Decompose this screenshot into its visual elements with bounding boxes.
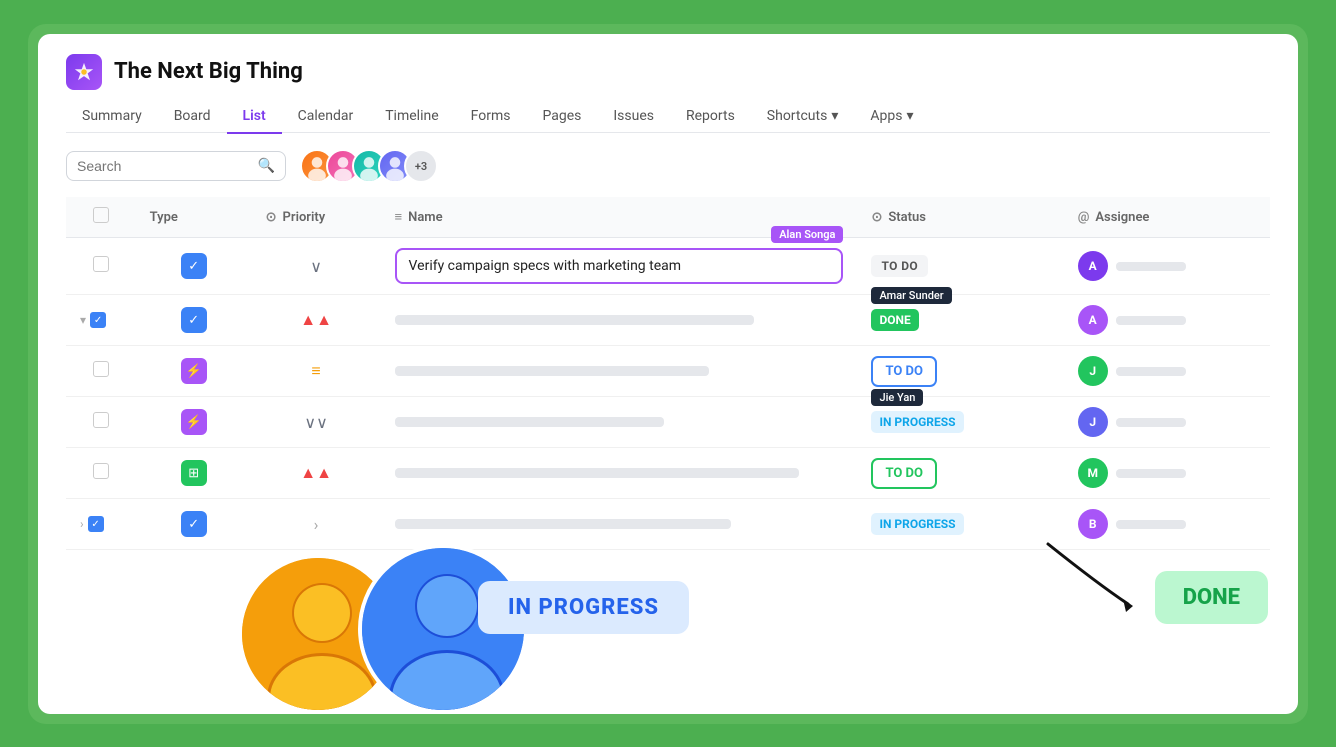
- tab-board[interactable]: Board: [158, 100, 227, 134]
- search-icon: 🔍: [258, 158, 275, 174]
- assignee-header-icon: @: [1078, 210, 1090, 225]
- th-type[interactable]: Type: [136, 197, 252, 238]
- tab-apps[interactable]: Apps ▾: [854, 100, 929, 134]
- assignee-bar: [1116, 262, 1186, 271]
- tab-forms[interactable]: Forms: [455, 100, 527, 134]
- chevron-down-icon: ▾: [906, 108, 913, 124]
- task-name-highlighted[interactable]: Alan Songa Verify campaign specs with ma…: [395, 248, 844, 284]
- assignee-cell: J: [1078, 407, 1256, 437]
- chevron-down-icon: ▾: [831, 108, 838, 124]
- assignee-cell: A: [1078, 305, 1256, 335]
- type-icon-bolt: ⚡: [181, 358, 207, 384]
- name-header-icon: ≡: [395, 209, 403, 225]
- row4-checkbox[interactable]: [93, 412, 109, 428]
- tab-pages[interactable]: Pages: [526, 100, 597, 134]
- assignee-avatar: J: [1078, 407, 1108, 437]
- tab-calendar[interactable]: Calendar: [282, 100, 370, 134]
- type-icon-check: ✓: [181, 253, 207, 279]
- priority-icon-low: ∨∨: [304, 413, 327, 432]
- type-icon-check: ✓: [181, 307, 207, 333]
- row3-checkbox[interactable]: [93, 361, 109, 377]
- status-badge-inprogress[interactable]: IN PROGRESS: [871, 411, 963, 433]
- status-badge-todo[interactable]: TO DO: [871, 255, 928, 277]
- row5-checkbox[interactable]: [93, 463, 109, 479]
- assignee-avatar: M: [1078, 458, 1108, 488]
- priority-header-icon: ⊙: [266, 210, 277, 225]
- tab-reports[interactable]: Reports: [670, 100, 751, 134]
- type-icon-bolt: ⚡: [181, 409, 207, 435]
- tab-summary[interactable]: Summary: [66, 100, 158, 134]
- assignee-cell: A: [1078, 251, 1256, 281]
- expand-icon[interactable]: ▾: [80, 313, 86, 327]
- status-badge-todo-outlined[interactable]: TO DO: [871, 356, 936, 387]
- amar-tooltip: Amar Sunder: [871, 287, 951, 304]
- table-row: ✓ ∨ Alan Songa Verify campaign specs wit…: [66, 238, 1270, 295]
- table-header-row: Type ⊙ Priority ≡ Name: [66, 197, 1270, 238]
- priority-icon-low: ∨: [310, 257, 322, 276]
- priority-icon-high: ▲▲: [300, 310, 332, 329]
- assignee-cell: J: [1078, 356, 1256, 386]
- row2-checkbox[interactable]: ✓: [90, 312, 106, 328]
- th-assignee[interactable]: @ Assignee: [1064, 197, 1270, 238]
- priority-icon-medium: ≡: [311, 361, 320, 380]
- tab-list[interactable]: List: [227, 100, 282, 134]
- search-input[interactable]: [77, 158, 250, 174]
- table-row: ⚡ ≡ TO DO J: [66, 346, 1270, 397]
- avatar-group: +3: [300, 149, 438, 183]
- assignee-bar: [1116, 469, 1186, 478]
- row6-checkbox[interactable]: ✓: [88, 516, 104, 532]
- tab-shortcuts[interactable]: Shortcuts ▾: [751, 100, 855, 134]
- priority-icon: ›: [314, 515, 319, 534]
- assignee-bar: [1116, 367, 1186, 376]
- status-cell: DONE Amar Sunder: [871, 313, 918, 328]
- app-header: The Next Big Thing: [66, 54, 1270, 90]
- assignee-bar: [1116, 418, 1186, 427]
- assignee-avatar: A: [1078, 251, 1108, 281]
- app-window: The Next Big Thing Summary Board List Ca…: [38, 34, 1298, 714]
- assignee-avatar: A: [1078, 305, 1108, 335]
- search-box[interactable]: 🔍: [66, 151, 286, 181]
- th-priority[interactable]: ⊙ Priority: [252, 197, 381, 238]
- toolbar: 🔍 +3: [66, 149, 1270, 183]
- table-row: ▾ ✓ ✓ ▲▲: [66, 295, 1270, 346]
- task-name-bar: [395, 468, 799, 478]
- row1-checkbox[interactable]: [93, 256, 109, 272]
- status-badge-todo-green[interactable]: TO DO: [871, 458, 936, 489]
- expand-icon[interactable]: ›: [80, 517, 84, 531]
- nav-tabs: Summary Board List Calendar Timeline For…: [66, 100, 1270, 134]
- assignee-avatar: J: [1078, 356, 1108, 386]
- in-progress-overlay: IN PROGRESS: [478, 581, 689, 634]
- done-overlay: DONE: [1155, 571, 1268, 624]
- app-logo: [66, 54, 102, 90]
- priority-icon-high: ▲▲: [300, 463, 332, 482]
- outer-border: The Next Big Thing Summary Board List Ca…: [28, 24, 1308, 724]
- status-badge-done[interactable]: DONE: [871, 309, 918, 331]
- select-all-checkbox[interactable]: [93, 207, 109, 223]
- status-cell: IN PROGRESS Jie Yan: [871, 415, 963, 430]
- app-title: The Next Big Thing: [114, 59, 303, 84]
- task-name-bar: [395, 519, 732, 529]
- user-tooltip: Alan Songa: [771, 226, 843, 243]
- th-checkbox: [66, 197, 136, 238]
- assignee-bar: [1116, 316, 1186, 325]
- jieyan-tooltip: Jie Yan: [871, 389, 923, 406]
- th-status[interactable]: ⊙ Status: [857, 197, 1063, 238]
- table-row: ⚡ ∨∨ IN PROGRESS Jie Yan: [66, 397, 1270, 448]
- task-name-bar: [395, 417, 664, 427]
- assignee-bar: [1116, 520, 1186, 529]
- arrow-decoration: [1038, 534, 1158, 614]
- status-badge-inprogress[interactable]: IN PROGRESS: [871, 513, 963, 535]
- avatar-extra: +3: [404, 149, 438, 183]
- type-icon-grid: ⊞: [181, 460, 207, 486]
- type-icon-check: ✓: [181, 511, 207, 537]
- tab-timeline[interactable]: Timeline: [369, 100, 454, 134]
- table-row: ⊞ ▲▲ TO DO M: [66, 448, 1270, 499]
- task-name-bar: [395, 315, 754, 325]
- task-name-bar: [395, 366, 709, 376]
- tab-issues[interactable]: Issues: [597, 100, 670, 134]
- status-header-icon: ⊙: [871, 210, 882, 225]
- assignee-cell: M: [1078, 458, 1256, 488]
